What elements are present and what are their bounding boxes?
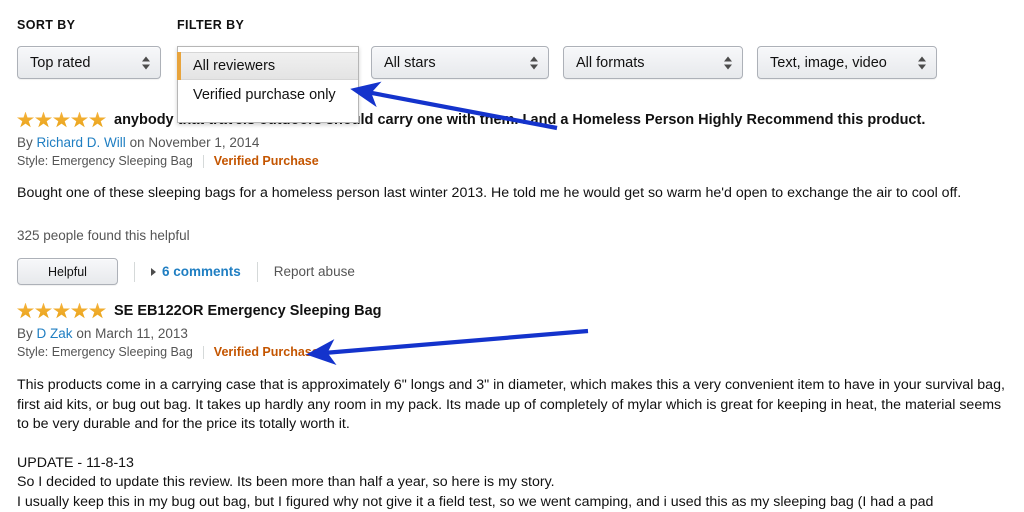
review-author-link[interactable]: D Zak (37, 326, 73, 341)
all-stars-select[interactable]: All stars (371, 46, 549, 79)
review-style: Style: Emergency Sleeping Bag (17, 345, 193, 359)
all-stars-value: All stars (384, 54, 436, 71)
action-divider (134, 261, 135, 282)
meta-divider (202, 154, 204, 168)
review-title[interactable]: SE EB122OR Emergency Sleeping Bag (114, 303, 382, 319)
verified-purchase-badge: Verified Purchase (213, 345, 319, 359)
sort-by-value: Top rated (30, 54, 91, 71)
review-update-line-1: So I decided to update this review. Its … (17, 474, 555, 490)
review-item: anybody that travels outdoors should car… (0, 110, 1024, 285)
review-author-link[interactable]: Richard D. Will (37, 135, 126, 150)
meta-divider (202, 345, 204, 359)
review-date: November 1, 2014 (148, 135, 260, 150)
dropdown-option-label: All reviewers (193, 58, 276, 74)
review-helpful-count: 325 people found this helpful (17, 227, 190, 243)
comments-link-label: 6 comments (162, 264, 241, 279)
chevron-updown-icon (917, 56, 926, 69)
sort-by-select[interactable]: Top rated (17, 46, 161, 79)
chevron-updown-icon (529, 56, 538, 69)
byline-date-prefix: on (129, 135, 145, 150)
review-title-row: SE EB122OR Emergency Sleeping Bag (0, 301, 1024, 321)
comments-link[interactable]: 6 comments (151, 264, 241, 279)
triangle-right-icon (151, 267, 156, 276)
review-body-text: This products come in a carrying case th… (17, 377, 1005, 432)
review-style: Style: Emergency Sleeping Bag (17, 154, 193, 168)
review-meta-row: Style: Emergency Sleeping Bag Verified P… (0, 154, 1024, 168)
rating-stars-icon[interactable] (17, 111, 106, 129)
review-title-row: anybody that travels outdoors should car… (0, 110, 1024, 130)
byline-prefix: By (17, 135, 33, 150)
chevron-updown-icon (141, 56, 150, 69)
dropdown-bottom-padding (178, 110, 358, 122)
review-byline: By Richard D. Will on November 1, 2014 (0, 135, 1024, 150)
rating-stars-icon[interactable] (17, 302, 106, 320)
review-byline: By D Zak on March 11, 2013 (0, 326, 1024, 341)
media-type-value: Text, image, video (770, 54, 887, 71)
review-update-heading: UPDATE - 11-8-13 (17, 454, 134, 471)
all-formats-value: All formats (576, 54, 645, 71)
amazon-reviews-page: SORT BY FILTER BY Top rated All stars Al… (0, 0, 1024, 512)
review-update-line-2: I usually keep this in my bug out bag, b… (17, 493, 934, 510)
helpful-button[interactable]: Helpful (17, 258, 118, 285)
byline-date-prefix: on (76, 326, 92, 341)
reviewers-dropdown-menu[interactable]: All reviewers Verified purchase only (177, 46, 359, 123)
all-formats-select[interactable]: All formats (563, 46, 743, 79)
review-body-text: Bought one of these sleeping bags for a … (17, 185, 962, 201)
action-divider (256, 261, 258, 282)
review-actions-row: Helpful 6 comments Report abuse (0, 258, 1024, 285)
review-item: SE EB122OR Emergency Sleeping Bag By D Z… (0, 301, 1024, 512)
dropdown-option-verified-purchase-only[interactable]: Verified purchase only (178, 80, 358, 110)
review-date: March 11, 2013 (95, 326, 188, 341)
review-filter-bar: SORT BY FILTER BY Top rated All stars Al… (0, 0, 1024, 123)
review-meta-row: Style: Emergency Sleeping Bag Verified P… (0, 345, 1024, 359)
dropdown-option-label: Verified purchase only (193, 87, 336, 103)
filter-by-label: FILTER BY (177, 18, 245, 32)
sort-by-label: SORT BY (17, 18, 76, 32)
verified-purchase-badge: Verified Purchase (213, 154, 319, 168)
report-abuse-link[interactable]: Report abuse (274, 264, 355, 279)
media-type-select[interactable]: Text, image, video (757, 46, 937, 79)
chevron-updown-icon (723, 56, 732, 69)
dropdown-option-all-reviewers[interactable]: All reviewers (177, 52, 358, 80)
byline-prefix: By (17, 326, 33, 341)
